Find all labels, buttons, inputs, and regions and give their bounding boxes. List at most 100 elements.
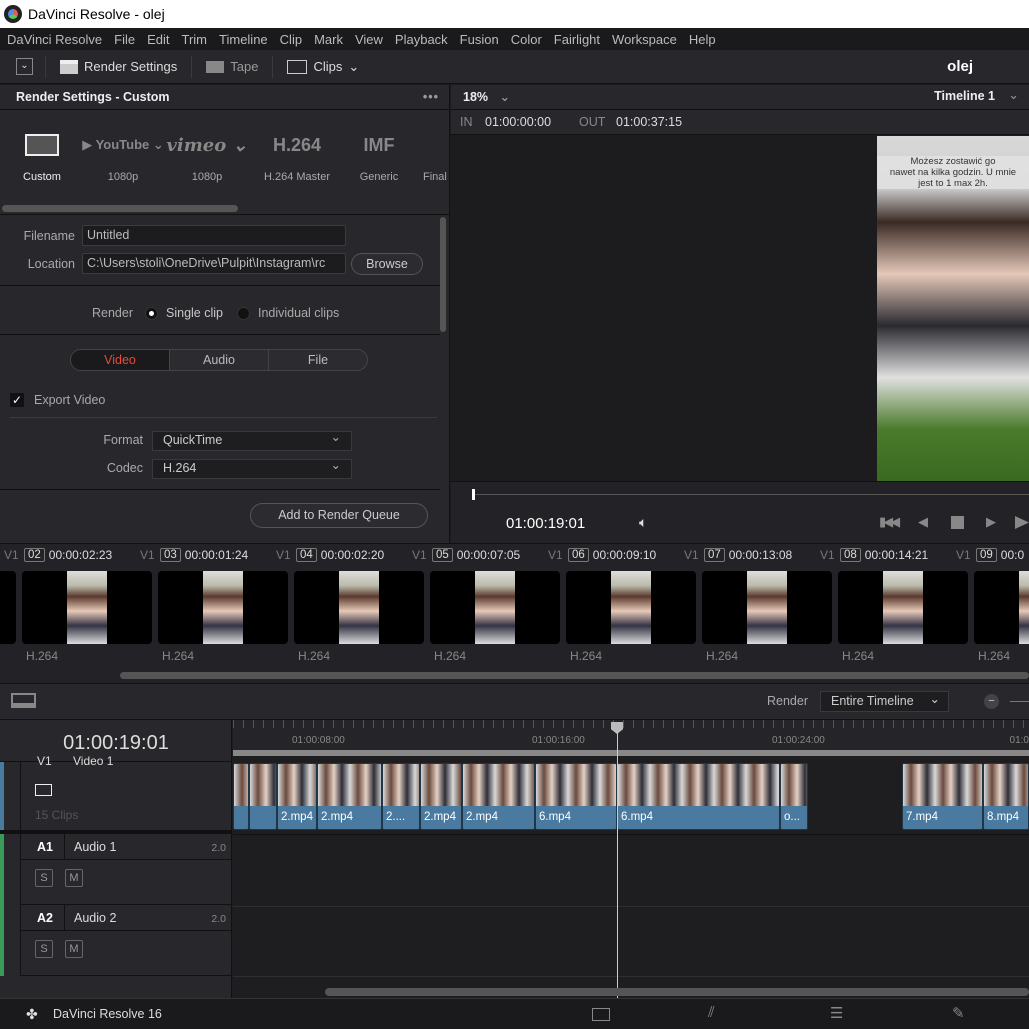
clip-thumbnail[interactable] [702, 571, 832, 644]
timeline-clip[interactable]: 7.mp4 [902, 763, 983, 830]
settings-scrollbar[interactable] [440, 217, 446, 332]
timeline-ruler[interactable]: 01:00:08:00 01:00:16:00 01:00:24:00 01:0 [233, 720, 1029, 750]
play-reverse-icon[interactable]: ◀ [918, 514, 928, 530]
timeline-clip[interactable]: 6.mp4 [535, 763, 617, 830]
playhead[interactable] [617, 732, 618, 998]
timeline-scrollbar[interactable] [325, 988, 1029, 996]
timeline-clip[interactable]: 2.mp4 [420, 763, 462, 830]
in-out-bar: IN 01:00:00:00 OUT 01:00:37:15 [451, 110, 1029, 135]
single-clip-radio[interactable] [145, 306, 158, 320]
media-page-icon[interactable] [592, 1008, 610, 1021]
clip-thumbnail [278, 764, 316, 806]
preset-h264[interactable]: H.264 H.264 Master [252, 125, 342, 184]
clip-thumbnail [536, 764, 616, 806]
skip-to-start-icon[interactable]: ▮◀◀ [879, 514, 900, 530]
stop-icon[interactable] [951, 516, 964, 529]
tab-file[interactable]: File [269, 350, 367, 370]
clip-thumbnail[interactable] [158, 571, 288, 644]
more-options-button[interactable]: ••• [423, 90, 439, 104]
menu-fusion[interactable]: Fusion [460, 32, 499, 47]
preset-youtube[interactable]: ▶ YouTube ⌄ 1080p [78, 125, 168, 183]
menu-timeline[interactable]: Timeline [219, 32, 268, 47]
location-input[interactable]: C:\Users\stoli\OneDrive\Pulpit\Instagram… [82, 253, 346, 274]
timeline-clip[interactable]: o... [780, 763, 808, 830]
volume-icon[interactable]: 🔈︎ [639, 514, 647, 531]
timeline-clip[interactable]: 6.mp4 [617, 763, 780, 830]
menu-davinci[interactable]: DaVinci Resolve [7, 32, 102, 47]
add-to-render-queue-button[interactable]: Add to Render Queue [250, 503, 428, 528]
preset-final[interactable]: Final [410, 125, 450, 183]
clip-header: V1 03 00:00:01:24 [140, 548, 249, 562]
export-video-checkbox[interactable]: ✓ [10, 393, 24, 407]
clip-duration: 00:00:14:21 [864, 548, 929, 562]
solo-button[interactable]: S [35, 940, 53, 958]
cut-page-icon[interactable]: ⫽ [708, 1004, 715, 1021]
zoom-select[interactable]: 18% ⌄ [463, 89, 510, 104]
clip-thumbnail[interactable] [566, 571, 696, 644]
timeline-clip[interactable] [249, 763, 277, 830]
skip-to-end-icon[interactable] [1015, 516, 1029, 529]
timeline-view-options-icon[interactable] [11, 693, 36, 708]
scrubber[interactable] [473, 494, 1029, 495]
menu-mark[interactable]: Mark [314, 32, 343, 47]
timeline-clip[interactable]: 2.mp4 [277, 763, 317, 830]
play-icon[interactable]: ▶ [986, 514, 996, 530]
preset-vimeo[interactable]: vimeo ⌄ 1080p [162, 125, 252, 184]
menu-clip[interactable]: Clip [280, 32, 302, 47]
timeline-clip[interactable] [233, 763, 249, 830]
menu-help[interactable]: Help [689, 32, 716, 47]
menu-playback[interactable]: Playback [395, 32, 448, 47]
timeline-clip[interactable]: 2.... [382, 763, 420, 830]
menu-edit[interactable]: Edit [147, 32, 169, 47]
solo-button[interactable]: S [35, 869, 53, 887]
tab-video[interactable]: Video [71, 350, 170, 370]
zoom-slider[interactable] [1010, 701, 1029, 702]
clip-codec: H.264 [978, 649, 1011, 663]
clip-thumbnail[interactable] [430, 571, 560, 644]
mute-button[interactable]: M [65, 869, 83, 887]
scrubber-handle[interactable] [472, 489, 475, 500]
timeline-clip[interactable]: 8.mp4 [983, 763, 1029, 830]
fusion-page-icon[interactable]: ✎ [952, 1004, 965, 1022]
clip-duration: 00:00:02:20 [320, 548, 385, 562]
menu-fairlight[interactable]: Fairlight [554, 32, 600, 47]
clapper-icon [60, 59, 78, 74]
menu-file[interactable]: File [114, 32, 135, 47]
preset-custom[interactable]: Custom [0, 125, 87, 183]
clip-header: V1 08 00:00:14:21 [820, 548, 929, 562]
mute-button[interactable]: M [65, 940, 83, 958]
browse-button[interactable]: Browse [351, 253, 423, 275]
resolve-logo-icon: ✤ [26, 1006, 38, 1022]
format-select[interactable]: QuickTime [152, 429, 352, 451]
clip-number: 09 [976, 548, 997, 562]
clip-strip-scrollbar[interactable] [120, 672, 1029, 679]
tab-audio[interactable]: Audio [170, 350, 269, 370]
panel-toggle-button[interactable]: ⌄ [0, 55, 46, 78]
individual-clips-radio[interactable] [236, 306, 250, 320]
preset-scrollbar[interactable] [2, 205, 238, 212]
menu-workspace[interactable]: Workspace [612, 32, 677, 47]
menu-color[interactable]: Color [511, 32, 542, 47]
timeline-select[interactable]: Timeline 1 [934, 89, 995, 103]
clip-thumbnail [618, 764, 779, 806]
codec-select[interactable]: H.264 [152, 457, 352, 479]
tape-button[interactable]: Tape [192, 55, 274, 78]
filename-input[interactable]: Untitled [82, 225, 346, 246]
timeline-clip[interactable]: 2.mp4 [462, 763, 535, 830]
edit-page-icon[interactable]: ☰ [830, 1004, 843, 1022]
clip-thumbnail[interactable] [974, 571, 1029, 644]
menu-trim[interactable]: Trim [182, 32, 208, 47]
clip-duration: 00:00:02:23 [48, 548, 113, 562]
timeline-clip[interactable]: 2.mp4 [317, 763, 382, 830]
menu-view[interactable]: View [355, 32, 383, 47]
clip-header: V1 07 00:00:13:08 [684, 548, 793, 562]
clip-thumbnail[interactable] [294, 571, 424, 644]
clip-number: 07 [704, 548, 725, 562]
render-range-select[interactable]: Entire Timeline ⌄ [820, 691, 949, 712]
render-settings-button[interactable]: Render Settings [46, 55, 193, 78]
clip-thumbnail[interactable] [838, 571, 968, 644]
chevron-down-icon[interactable]: ⌄ [1008, 87, 1019, 103]
clips-button[interactable]: Clips ⌄ [273, 56, 373, 78]
clip-thumbnail[interactable] [22, 571, 152, 644]
zoom-out-button[interactable]: − [984, 694, 999, 709]
